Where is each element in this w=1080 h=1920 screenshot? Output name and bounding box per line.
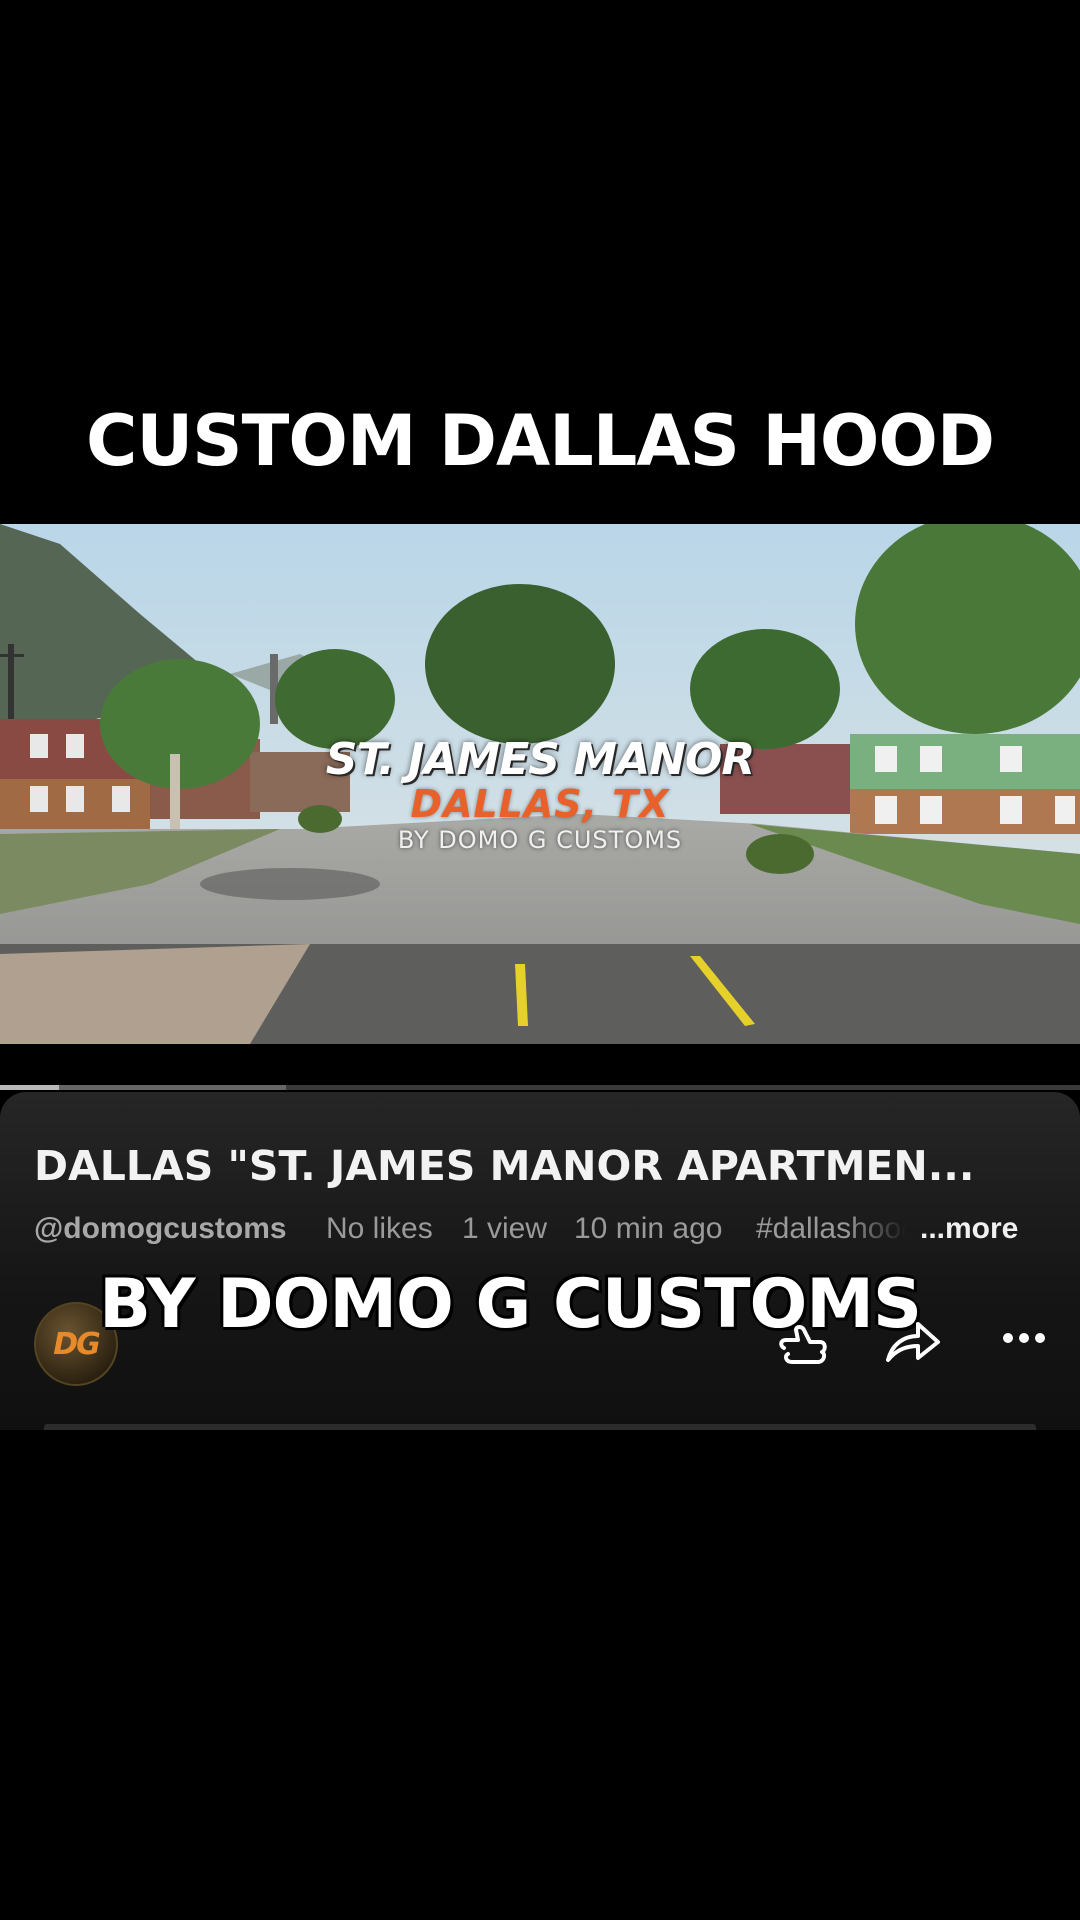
share-icon[interactable] [882, 1314, 944, 1368]
progress-bar[interactable] [0, 1085, 1080, 1090]
upload-time: 10 min ago [574, 1212, 723, 1245]
channel-handle[interactable]: @domogcustoms [34, 1212, 287, 1246]
overlay-title: CUSTOM DALLAS HOOD [85, 400, 995, 482]
video-title-line1: ST. JAMES MANOR [325, 734, 755, 785]
views-count: 1 view [462, 1212, 548, 1245]
progress-fill [0, 1085, 60, 1090]
more-icon[interactable] [1000, 1328, 1048, 1348]
caption-overlay: BY DOMO G CUSTOMS [99, 1265, 922, 1344]
video-title-line2: DALLAS, TX [410, 782, 670, 826]
hashtag[interactable]: #dallashood [756, 1212, 906, 1246]
video-info-panel: DALLAS "ST. JAMES MANOR APARTMEN... @dom… [0, 1092, 1080, 1430]
next-panel-edge [44, 1424, 1036, 1430]
video-player[interactable]: ST. JAMES MANOR DALLAS, TX BY DOMO G CUS… [0, 524, 1080, 1044]
likes-count: No likes [326, 1212, 433, 1245]
more-link[interactable]: ...more [920, 1212, 1018, 1246]
video-title[interactable]: DALLAS "ST. JAMES MANOR APARTMEN... [34, 1142, 1044, 1190]
video-meta: @domogcustoms No likes 1 view 10 min ago… [34, 1212, 1044, 1252]
video-title-line3: BY DOMO G CUSTOMS [397, 826, 683, 854]
like-icon[interactable] [776, 1322, 832, 1370]
